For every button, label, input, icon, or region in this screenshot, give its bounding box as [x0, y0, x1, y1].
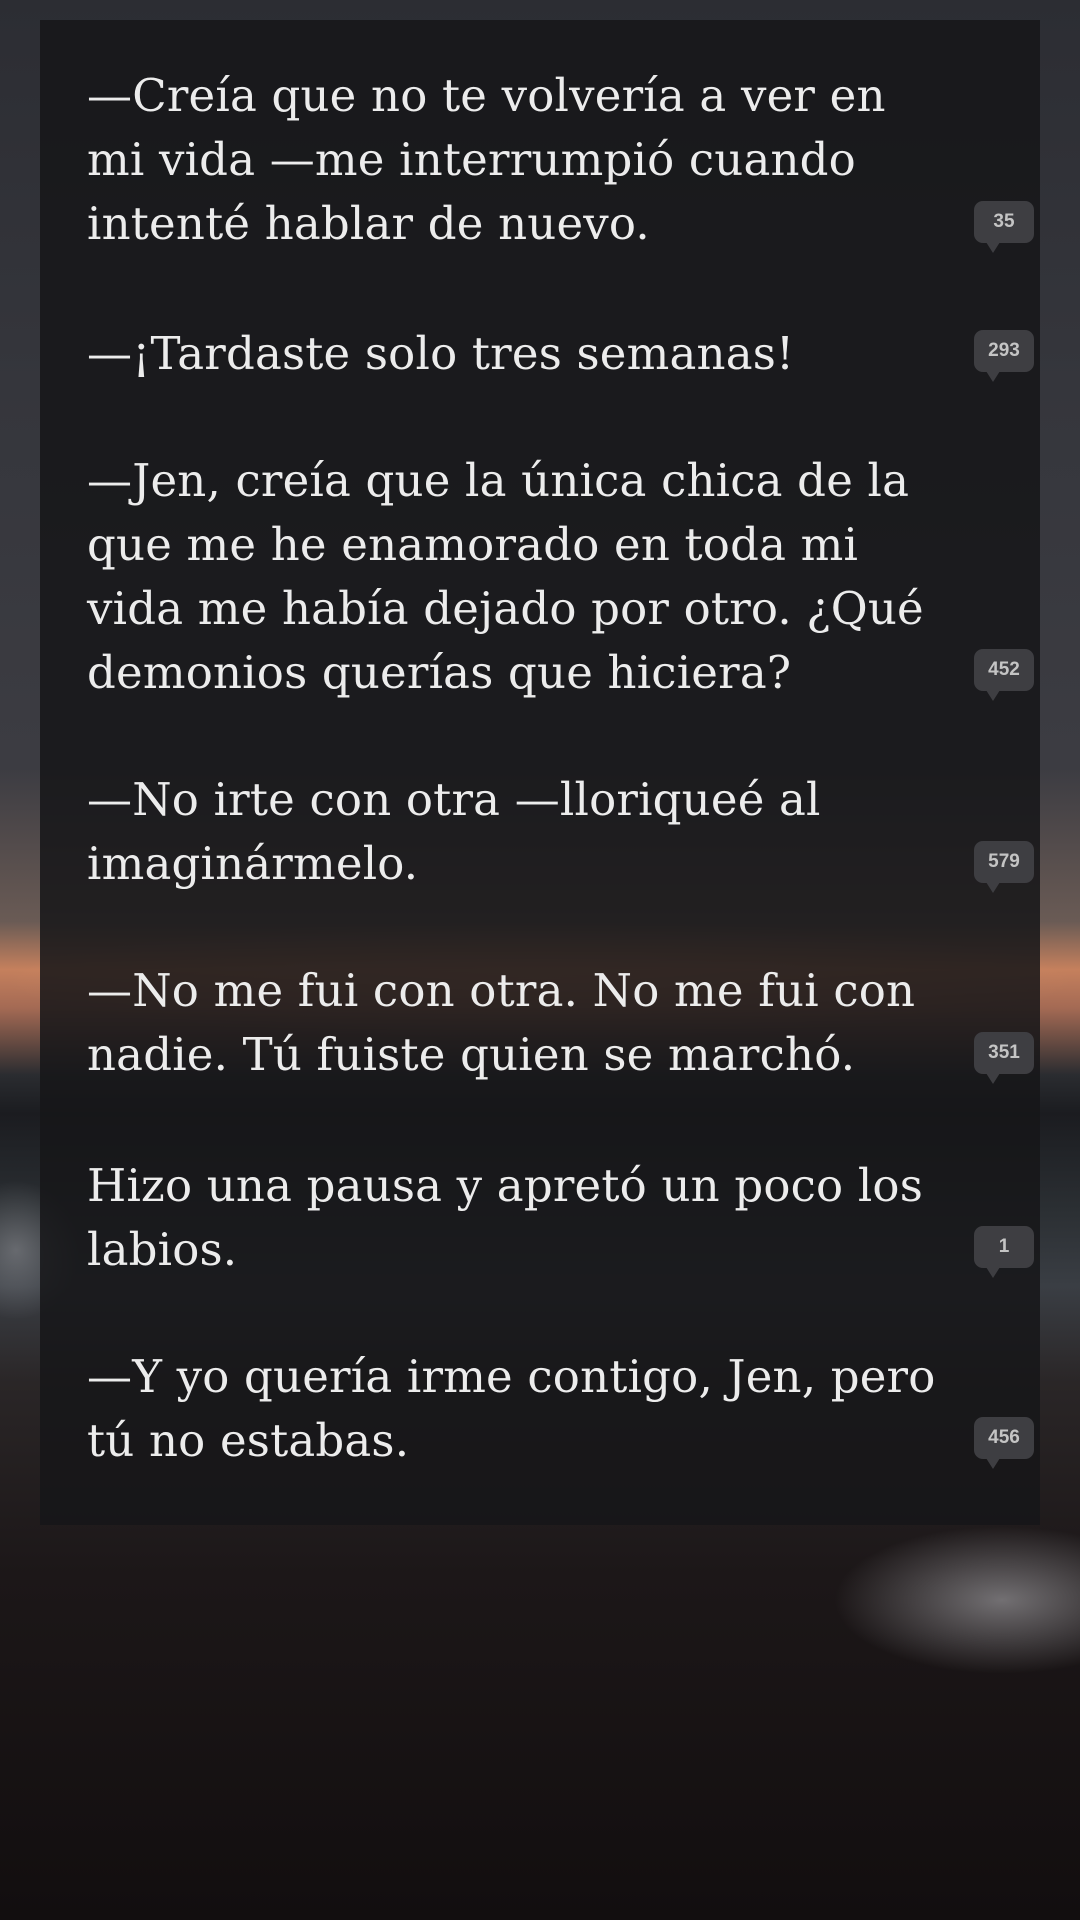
paragraph-1[interactable]: —Creía que no te volvería a ver en mi vi…	[87, 64, 967, 256]
comment-count: 293	[988, 340, 1020, 361]
paragraph-line: labios.	[87, 1223, 238, 1276]
comment-count: 456	[988, 1427, 1020, 1448]
paragraph-comment-button[interactable]: 579	[974, 841, 1034, 893]
paragraph-line: intenté hablar de nuevo.	[87, 197, 650, 250]
paragraph-comment-button[interactable]: 1	[974, 1226, 1034, 1278]
comment-count: 35	[993, 211, 1015, 232]
paragraph-line: —No irte con otra —lloriqueé al	[87, 773, 821, 826]
paragraph-4[interactable]: —No irte con otra —lloriqueé al imaginár…	[87, 768, 967, 896]
comment-count: 1	[998, 1236, 1010, 1257]
paragraph-line: —Creía que no te volvería a ver en	[87, 69, 886, 122]
paragraph-line: —Jen, creía que la única chica de la	[87, 454, 910, 507]
paragraph-line: imaginármelo.	[87, 837, 419, 890]
wave-foam	[820, 1520, 1080, 1680]
paragraph-line: vida me había dejado por otro. ¿Qué	[87, 582, 924, 635]
paragraph-comment-button[interactable]: 456	[974, 1417, 1034, 1469]
paragraph-comment-button[interactable]: 351	[974, 1032, 1034, 1084]
paragraph-comment-button[interactable]: 452	[974, 649, 1034, 701]
paragraph-line: que me he enamorado en toda mi	[87, 518, 859, 571]
paragraph-line: Hizo una pausa y apretó un poco los	[87, 1159, 924, 1212]
paragraph-line: mi vida —me interrumpió cuando	[87, 133, 856, 186]
paragraph-line: tú no estabas.	[87, 1414, 410, 1467]
comment-count: 452	[988, 659, 1020, 680]
paragraph-7[interactable]: —Y yo quería irme contigo, Jen, pero tú …	[87, 1345, 967, 1473]
paragraph-line: —Y yo quería irme contigo, Jen, pero	[87, 1350, 936, 1403]
paragraph-comment-button[interactable]: 293	[974, 330, 1034, 382]
paragraph-3[interactable]: —Jen, creía que la única chica de la que…	[87, 449, 967, 705]
paragraph-2[interactable]: —¡Tardaste solo tres semanas!	[87, 322, 967, 386]
comment-count: 351	[988, 1042, 1020, 1063]
paragraph-line: —No me fui con otra. No me fui con	[87, 964, 916, 1017]
paragraph-line: nadie. Tú fuiste quien se marchó.	[87, 1028, 856, 1081]
comment-count: 579	[988, 851, 1020, 872]
paragraph-comment-button[interactable]: 35	[974, 201, 1034, 253]
paragraph-5[interactable]: —No me fui con otra. No me fui con nadie…	[87, 959, 967, 1087]
paragraph-line: —¡Tardaste solo tres semanas!	[87, 327, 795, 380]
paragraph-6[interactable]: Hizo una pausa y apretó un poco los labi…	[87, 1154, 967, 1282]
paragraph-line: demonios querías que hiciera?	[87, 646, 792, 699]
